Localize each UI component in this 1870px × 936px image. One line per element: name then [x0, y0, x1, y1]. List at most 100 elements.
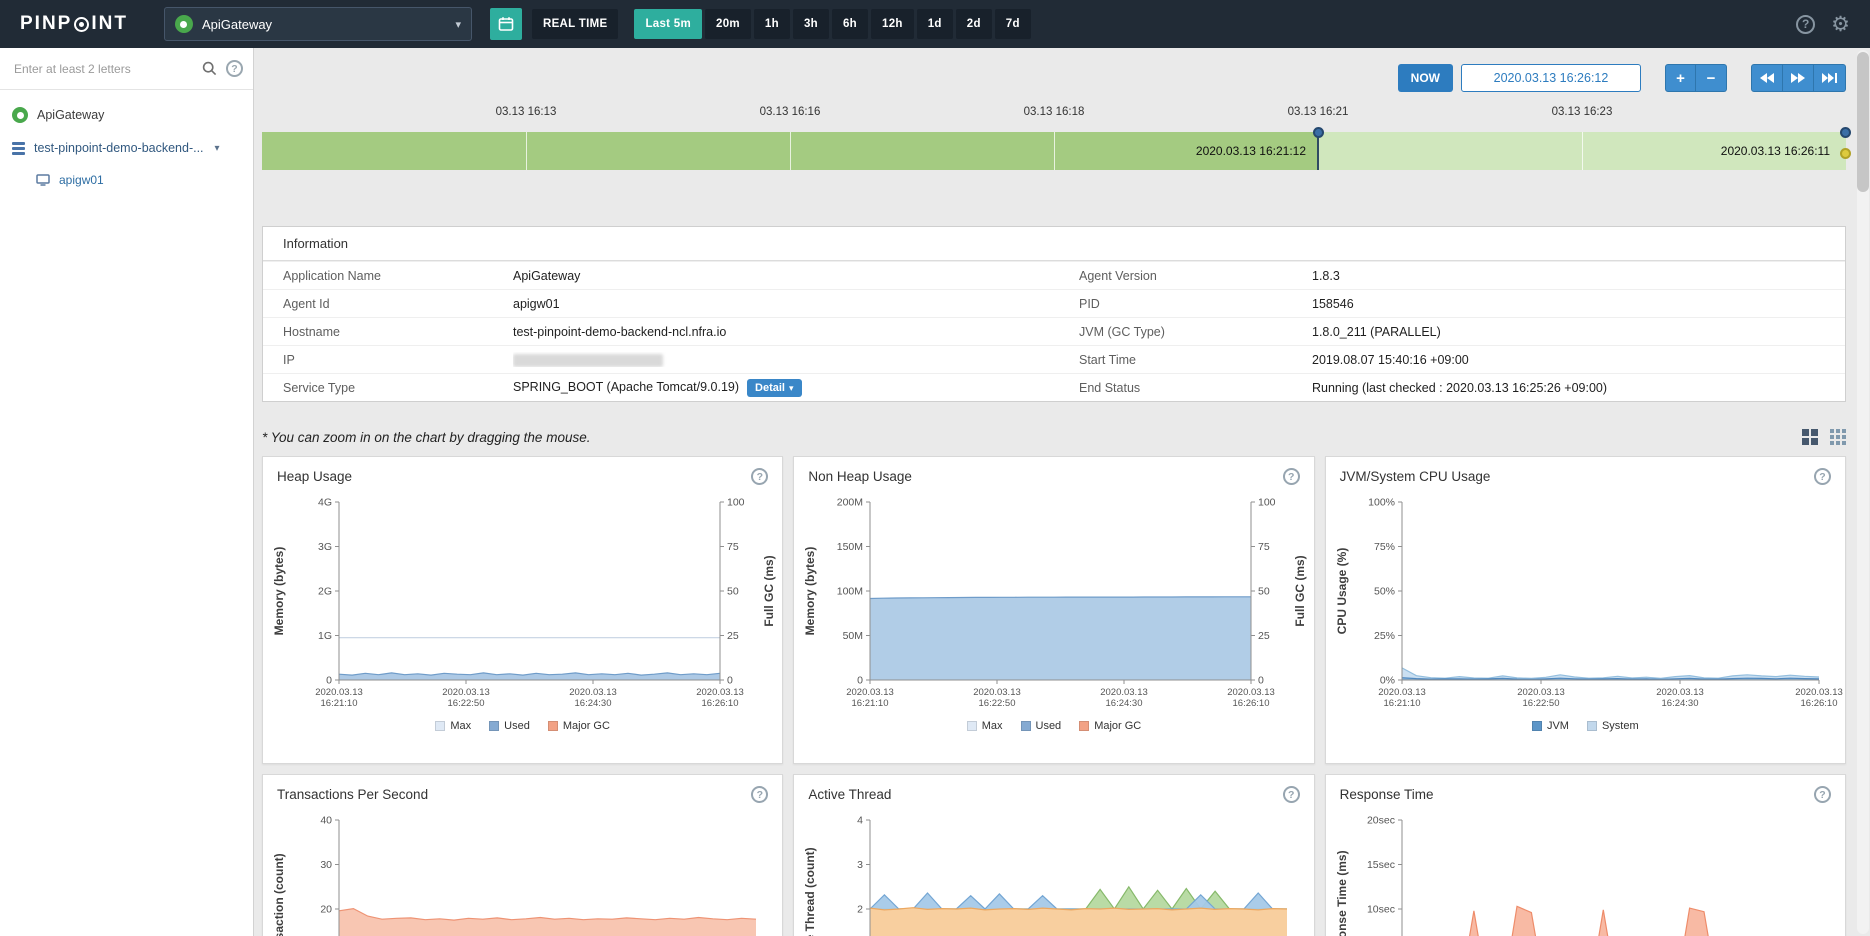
sidebar-host-label: test-pinpoint-demo-backend-... — [34, 141, 204, 155]
chart-svg: 05sec10sec15sec20sec2020.03.1316:21:1020… — [1367, 815, 1709, 936]
svg-text:0: 0 — [727, 675, 733, 687]
timeline-tick-label: 03.13 16:16 — [759, 106, 821, 118]
sidebar-item-application[interactable]: ApiGateway — [0, 98, 253, 132]
range-3h-button[interactable]: 3h — [792, 9, 829, 39]
chart-help-icon[interactable]: ? — [1813, 468, 1831, 485]
svg-text:16:26:10: 16:26:10 — [1233, 698, 1270, 709]
chart-help-icon[interactable]: ? — [1282, 468, 1300, 485]
realtime-button[interactable]: REAL TIME — [531, 9, 619, 39]
help-icon[interactable]: ? — [1796, 14, 1816, 34]
svg-text:100%: 100% — [1368, 497, 1395, 509]
info-value: apigw01 — [513, 296, 560, 311]
chart-plot-cpu-usage[interactable]: 0% 25% 50% 75% 100% 2020.03.13 16:21:10 2020.03… — [1326, 492, 1845, 714]
svg-text:200M: 200M — [837, 497, 863, 509]
chart-help-icon[interactable]: ? — [1282, 786, 1300, 803]
layout-grid-3-button[interactable] — [1830, 429, 1846, 445]
svg-text:20: 20 — [320, 904, 332, 916]
calendar-button[interactable] — [489, 8, 522, 40]
range-1d-button[interactable]: 1d — [916, 9, 953, 39]
host-chevron-icon[interactable]: ▾ — [215, 143, 220, 154]
sidebar-agent-label: apigw01 — [59, 173, 104, 187]
info-row: Service Type SPRING_BOOT (Apache Tomcat/… — [263, 373, 1845, 401]
datetime-input[interactable] — [1461, 64, 1641, 92]
timeline-end-knob-yellow[interactable] — [1840, 148, 1851, 159]
timeline-handle-knob[interactable] — [1312, 127, 1324, 138]
detail-button[interactable]: Detail ▾ — [747, 378, 802, 397]
info-label: Agent Version — [1079, 268, 1157, 283]
svg-text:150M: 150M — [837, 541, 863, 553]
selection-start-time: 2020.03.13 16:21:12 — [1195, 144, 1307, 158]
top-navbar: PINP INT ApiGateway ▾ REAL TIME Last 5m … — [0, 0, 1870, 48]
information-panel: Information Application Name ApiGateway … — [262, 226, 1846, 402]
layout-grid-2-button[interactable] — [1802, 429, 1818, 445]
svg-text:0%: 0% — [1379, 675, 1394, 687]
svg-text:16:21:10: 16:21:10 — [1383, 698, 1420, 709]
svg-text:2: 2 — [857, 904, 863, 916]
chart-card-active-thread: Active Thread ? 012342020.03.1316:21:102… — [793, 774, 1315, 936]
chart-help-icon[interactable]: ? — [751, 468, 769, 485]
chart-plot-non-heap-usage[interactable]: 0 50M 100M 150M 200M 0 25 50 75 100 2020.03.13 16:2… — [794, 492, 1313, 714]
svg-text:0: 0 — [857, 675, 863, 687]
rewind-button[interactable] — [1751, 64, 1783, 92]
info-label: End Status — [1079, 380, 1141, 395]
svg-text:50%: 50% — [1374, 586, 1395, 598]
fast-forward-button[interactable] — [1783, 64, 1814, 92]
server-icon — [36, 174, 50, 186]
host-stack-icon — [12, 141, 25, 155]
chart-title: Response Time — [1339, 787, 1434, 802]
svg-text:16:22:50: 16:22:50 — [448, 698, 485, 709]
svg-text:2020.03.13: 2020.03.13 — [1517, 687, 1565, 698]
zoom-out-button[interactable]: − — [1696, 64, 1727, 92]
info-value-ip — [513, 352, 1079, 367]
timeline-bar[interactable]: 2020.03.13 16:21:12 2020.03.13 16:26:11 — [262, 127, 1851, 170]
info-value-service-type: SPRING_BOOT (Apache Tomcat/9.0.19) Detail… — [513, 378, 1079, 397]
legend-swatch — [966, 721, 977, 731]
timeline-nav-group — [1751, 64, 1846, 92]
chart-plot-transactions-per-second[interactable]: 0102030402020.03.1316:21:102020.03.1316:… — [263, 810, 782, 936]
search-help-icon[interactable]: ? — [226, 60, 243, 77]
logo-text-post: INT — [91, 13, 128, 34]
skip-to-now-button[interactable] — [1814, 64, 1846, 92]
time-controls: NOW + − — [262, 64, 1846, 92]
scrollbar-thumb[interactable] — [1857, 52, 1869, 192]
settings-gear-icon[interactable]: ⚙ — [1831, 13, 1850, 35]
info-row: Hostname test-pinpoint-demo-backend-ncl.… — [263, 317, 1845, 345]
now-button[interactable]: NOW — [1397, 64, 1453, 92]
range-2d-button[interactable]: 2d — [955, 9, 992, 39]
chart-help-icon[interactable]: ? — [751, 786, 769, 803]
svg-text:16:24:30: 16:24:30 — [1661, 698, 1698, 709]
chart-help-icon[interactable]: ? — [1813, 786, 1831, 803]
charts-grid: Heap Usage ? 0 1G 2G 3G 4G 0 25 50 75 100 2020.03.… — [262, 456, 1846, 936]
chart-svg: 050M100M150M200M02550751002020.03.1316:2… — [837, 497, 1276, 710]
timeline-end-knob-blue[interactable] — [1840, 127, 1851, 138]
chart-plot-active-thread[interactable]: 012342020.03.1316:21:102020.03.1316:22:5… — [794, 810, 1313, 936]
chart-plot-response-time[interactable]: 05sec10sec15sec20sec2020.03.1316:21:1020… — [1326, 810, 1845, 936]
sidebar-item-host[interactable]: test-pinpoint-demo-backend-... ▾ — [0, 132, 253, 164]
svg-text:16:21:10: 16:21:10 — [321, 698, 358, 709]
legend-swatch — [1020, 721, 1031, 731]
agent-search-input[interactable] — [12, 60, 193, 77]
legend-item: Major GC — [1079, 720, 1141, 732]
note-row: * You can zoom in on the chart by draggi… — [262, 424, 1846, 450]
svg-text:16:24:30: 16:24:30 — [1106, 698, 1143, 709]
search-icon[interactable] — [202, 61, 217, 76]
info-row: Application Name ApiGateway Agent Versio… — [263, 261, 1845, 289]
svg-text:16:21:10: 16:21:10 — [852, 698, 889, 709]
zoom-in-button[interactable]: + — [1665, 64, 1696, 92]
range-20m-button[interactable]: 20m — [705, 9, 751, 39]
range-12h-button[interactable]: 12h — [871, 9, 914, 39]
application-dropdown[interactable]: ApiGateway ▾ — [163, 7, 472, 41]
legend-swatch — [1531, 721, 1542, 731]
legend-item: Major GC — [547, 720, 610, 732]
svg-text:50M: 50M — [843, 630, 863, 642]
range-last-5m-button[interactable]: Last 5m — [634, 9, 702, 39]
info-row: Agent Id apigw01 PID 158546 — [263, 289, 1845, 317]
range-6h-button[interactable]: 6h — [831, 9, 869, 39]
chart-plot-heap-usage[interactable]: 0 1G 2G 3G 4G 0 25 50 75 100 2020.03.13 16:21:10 202… — [263, 492, 782, 714]
y-axis-label: Response Time (ms) — [1334, 850, 1349, 936]
chart-svg: 012342020.03.1316:21:102020.03.1316:22:5… — [857, 815, 1288, 936]
range-7d-button[interactable]: 7d — [994, 9, 1031, 39]
timeline-gridline — [1054, 132, 1055, 170]
range-1h-button[interactable]: 1h — [753, 9, 790, 39]
sidebar-item-agent[interactable]: apigw01 — [0, 164, 253, 196]
